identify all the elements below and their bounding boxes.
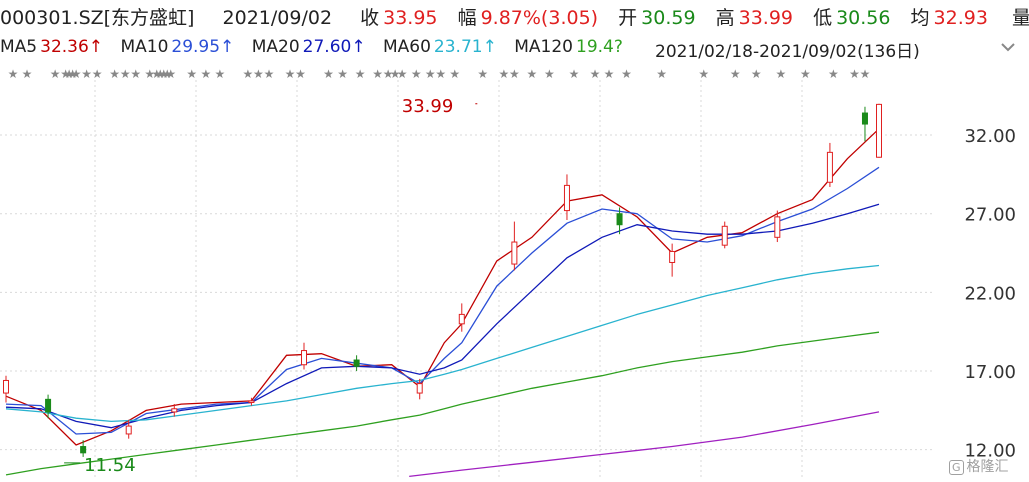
- event-star-icon: ★: [698, 67, 709, 81]
- price-chart: 12.0017.0022.0027.0032.00★ ★ ★ ★★★★ ★ ★ ★ ★ ★ ★★★…: [0, 67, 1016, 478]
- event-star-icon: ★: [604, 67, 615, 81]
- event-star-icon: ★: [527, 67, 538, 81]
- candle-body: [669, 250, 676, 263]
- series-line-ma20: [5, 203, 880, 429]
- event-star-icon: ★: [92, 67, 103, 81]
- y-tick-label: 17.00: [964, 362, 1016, 383]
- high-annotation: 33.99: [402, 96, 454, 117]
- candle-body: [80, 446, 87, 454]
- event-star-icon: ★: [425, 67, 436, 81]
- candle-body: [876, 103, 882, 158]
- candle-body: [721, 225, 728, 246]
- event-star-icon: ★: [81, 67, 92, 81]
- event-star-icon: ★: [200, 67, 211, 81]
- event-star-icon: ★: [253, 67, 264, 81]
- event-star-icon: ★: [860, 67, 871, 81]
- event-star-icon: ★: [22, 67, 33, 81]
- event-star-icon: ★: [120, 67, 131, 81]
- event-star-icon: ★: [751, 67, 762, 81]
- candle-body: [301, 350, 308, 366]
- series-line-ma250: [409, 411, 880, 478]
- event-star-icon: ★: [50, 67, 61, 81]
- event-star-icon: ★: [397, 67, 408, 81]
- candle-body: [563, 184, 570, 212]
- event-star-icon: ★: [509, 67, 520, 81]
- event-star-icon: ★: [775, 67, 786, 81]
- series-line-ma60: [5, 264, 880, 423]
- y-tick-label: 32.00: [964, 126, 1016, 147]
- event-star-icon: ★: [449, 67, 460, 81]
- event-star-icon: ★: [372, 67, 383, 81]
- event-star-icon: ★: [130, 67, 141, 81]
- candle-body: [416, 383, 423, 394]
- event-star-icon: ★: [477, 67, 488, 81]
- event-star-icon: ★: [186, 67, 197, 81]
- candle-body: [248, 400, 255, 403]
- event-star-icon: ★: [411, 67, 422, 81]
- event-star-icon: ★: [849, 67, 860, 81]
- event-star-icon: ★: [295, 67, 306, 81]
- event-star-icon: ★: [337, 67, 348, 81]
- event-star-icon: ★: [730, 67, 741, 81]
- series-line-ma120: [5, 331, 880, 476]
- low-annotation: 11.54: [84, 455, 136, 476]
- event-star-icon: ★: [498, 67, 509, 81]
- candle-body: [125, 425, 132, 435]
- candle-body: [3, 379, 9, 394]
- event-star-icon: ★: [243, 67, 254, 81]
- event-star-icon: ★: [544, 67, 555, 81]
- candle-body: [458, 313, 465, 325]
- candle-body: [353, 359, 360, 367]
- y-tick-label: 22.00: [964, 283, 1016, 304]
- watermark-logo-icon: G: [949, 460, 964, 475]
- candle-body: [774, 216, 781, 238]
- candle-body: [511, 241, 518, 265]
- series-line-ma10: [5, 166, 880, 435]
- candle-body: [171, 408, 178, 413]
- event-star-icon: ★: [165, 67, 176, 81]
- event-star-icon: ★: [109, 67, 120, 81]
- event-star-icon: ★: [656, 67, 667, 81]
- event-star-icon: ★: [285, 67, 296, 81]
- candle-body: [861, 112, 868, 125]
- y-tick-label: 27.00: [964, 205, 1016, 226]
- candle-body: [826, 151, 833, 183]
- event-star-icon: ★: [71, 67, 82, 81]
- watermark: G 格隆汇: [949, 456, 1009, 476]
- event-star-icon: ★: [828, 67, 839, 81]
- event-star-icon: ★: [323, 67, 334, 81]
- candle-body: [616, 213, 623, 226]
- event-star-icon: ★: [435, 67, 446, 81]
- event-star-icon: ★: [264, 67, 275, 81]
- watermark-text: 格隆汇: [966, 459, 1009, 475]
- event-star-icon: ★: [569, 67, 580, 81]
- event-star-icon: ★: [800, 67, 811, 81]
- event-star-icon: ★: [8, 67, 19, 81]
- event-star-icon: ★: [355, 67, 366, 81]
- event-star-icon: ★: [214, 67, 225, 81]
- event-star-icon: ★: [590, 67, 601, 81]
- event-star-icon: ★: [621, 67, 632, 81]
- candle-body: [45, 398, 52, 413]
